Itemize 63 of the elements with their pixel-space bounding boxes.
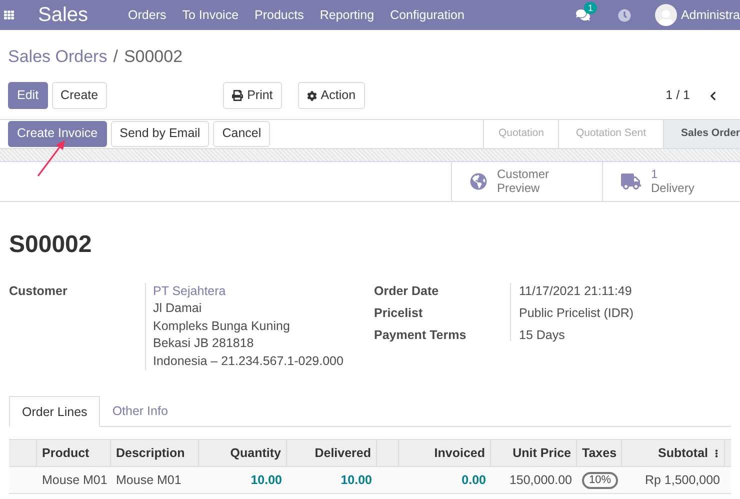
field-value: Public Pricelist (IDR) — [519, 304, 634, 322]
header-button[interactable]: Send by Email — [110, 120, 210, 146]
user-name[interactable]: Administra — [680, 6, 740, 24]
more-options-icon[interactable] — [715, 448, 718, 459]
record-title: S00002 — [8, 230, 93, 260]
table-cell-text: Rp 1,500,000 — [644, 472, 720, 490]
apps-menu-icon[interactable] — [4, 10, 14, 20]
breadcrumb-current: S00002 — [124, 46, 183, 68]
toolbar-button[interactable]: Edit — [8, 82, 48, 109]
field-label: Pricelist — [374, 304, 424, 322]
table-cell-text: 10.00 — [250, 472, 282, 490]
header-button[interactable]: Create Invoice — [8, 120, 107, 146]
pager-value: 1 / 1 — [666, 87, 690, 104]
column-header[interactable]: Quantity — [199, 440, 287, 466]
printer-icon — [232, 90, 244, 101]
field-label: Payment Terms — [374, 326, 468, 344]
menu-item[interactable]: To Invoice — [182, 6, 239, 24]
menu-item[interactable]: Reporting — [320, 6, 374, 24]
column-header[interactable]: Product — [37, 440, 111, 466]
annotation-arrow — [36, 138, 68, 178]
breadcrumb-separator: / — [113, 46, 118, 68]
tab[interactable]: Other Info — [100, 396, 180, 426]
breadcrumb-link[interactable]: Sales Orders — [8, 44, 108, 70]
column-header[interactable]: Taxes — [577, 440, 622, 466]
app-title: Sales — [38, 3, 88, 28]
menu-item[interactable]: Orders — [128, 6, 166, 24]
toolbar-button[interactable]: Print — [223, 82, 282, 109]
table-cell-text: Mouse M01 — [116, 472, 182, 490]
tax-tag: 10% — [582, 472, 618, 489]
smart-button[interactable]: Customer Preview — [451, 162, 602, 200]
menu-item[interactable]: Configuration — [390, 6, 464, 24]
truck-icon — [621, 172, 641, 190]
customer-link[interactable]: PT Sejahtera — [153, 282, 365, 300]
column-header[interactable]: Invoiced — [399, 440, 491, 466]
status-step[interactable]: Sales Order — [663, 120, 740, 148]
toolbar-button[interactable]: Create — [52, 82, 108, 109]
globe-icon — [470, 172, 487, 190]
address-line: Kompleks Bunga Kuning — [153, 318, 291, 335]
user-avatar-icon[interactable] — [654, 4, 677, 26]
column-header[interactable]: Delivered — [287, 440, 377, 466]
previous-icon[interactable] — [708, 90, 718, 100]
table-cell-text: 0.00 — [462, 472, 486, 490]
table-cell-text: 150,000.00 — [509, 472, 572, 490]
toolbar-button[interactable]: Action — [298, 82, 365, 109]
smart-button[interactable]: 1 Delivery — [602, 162, 740, 200]
column-header[interactable]: Unit Price — [491, 440, 577, 466]
field-value: 15 Days — [519, 326, 566, 344]
table-cell-text: 10.00 — [340, 472, 372, 490]
tab[interactable]: Order Lines — [9, 396, 100, 428]
chat-icon[interactable] — [576, 8, 590, 22]
activity-clock-icon[interactable] — [618, 8, 631, 22]
field-label: Customer — [8, 282, 68, 300]
gear-icon — [306, 90, 317, 100]
table-cell-text: Mouse M01 — [42, 472, 108, 490]
menu-item[interactable]: Products — [254, 6, 304, 24]
address-line: Indonesia – 21.234.567.1-029.000 — [153, 352, 344, 370]
message-count-badge: 1 — [584, 2, 597, 14]
header-button[interactable]: Cancel — [213, 120, 270, 146]
field-value: 11/17/2021 21:11:49 — [519, 282, 633, 300]
column-header[interactable]: Description — [111, 440, 199, 466]
address-line: Bekasi JB 281818 — [153, 335, 255, 352]
field-label: Order Date — [374, 282, 440, 300]
address-line: Jl Damai — [153, 300, 203, 318]
